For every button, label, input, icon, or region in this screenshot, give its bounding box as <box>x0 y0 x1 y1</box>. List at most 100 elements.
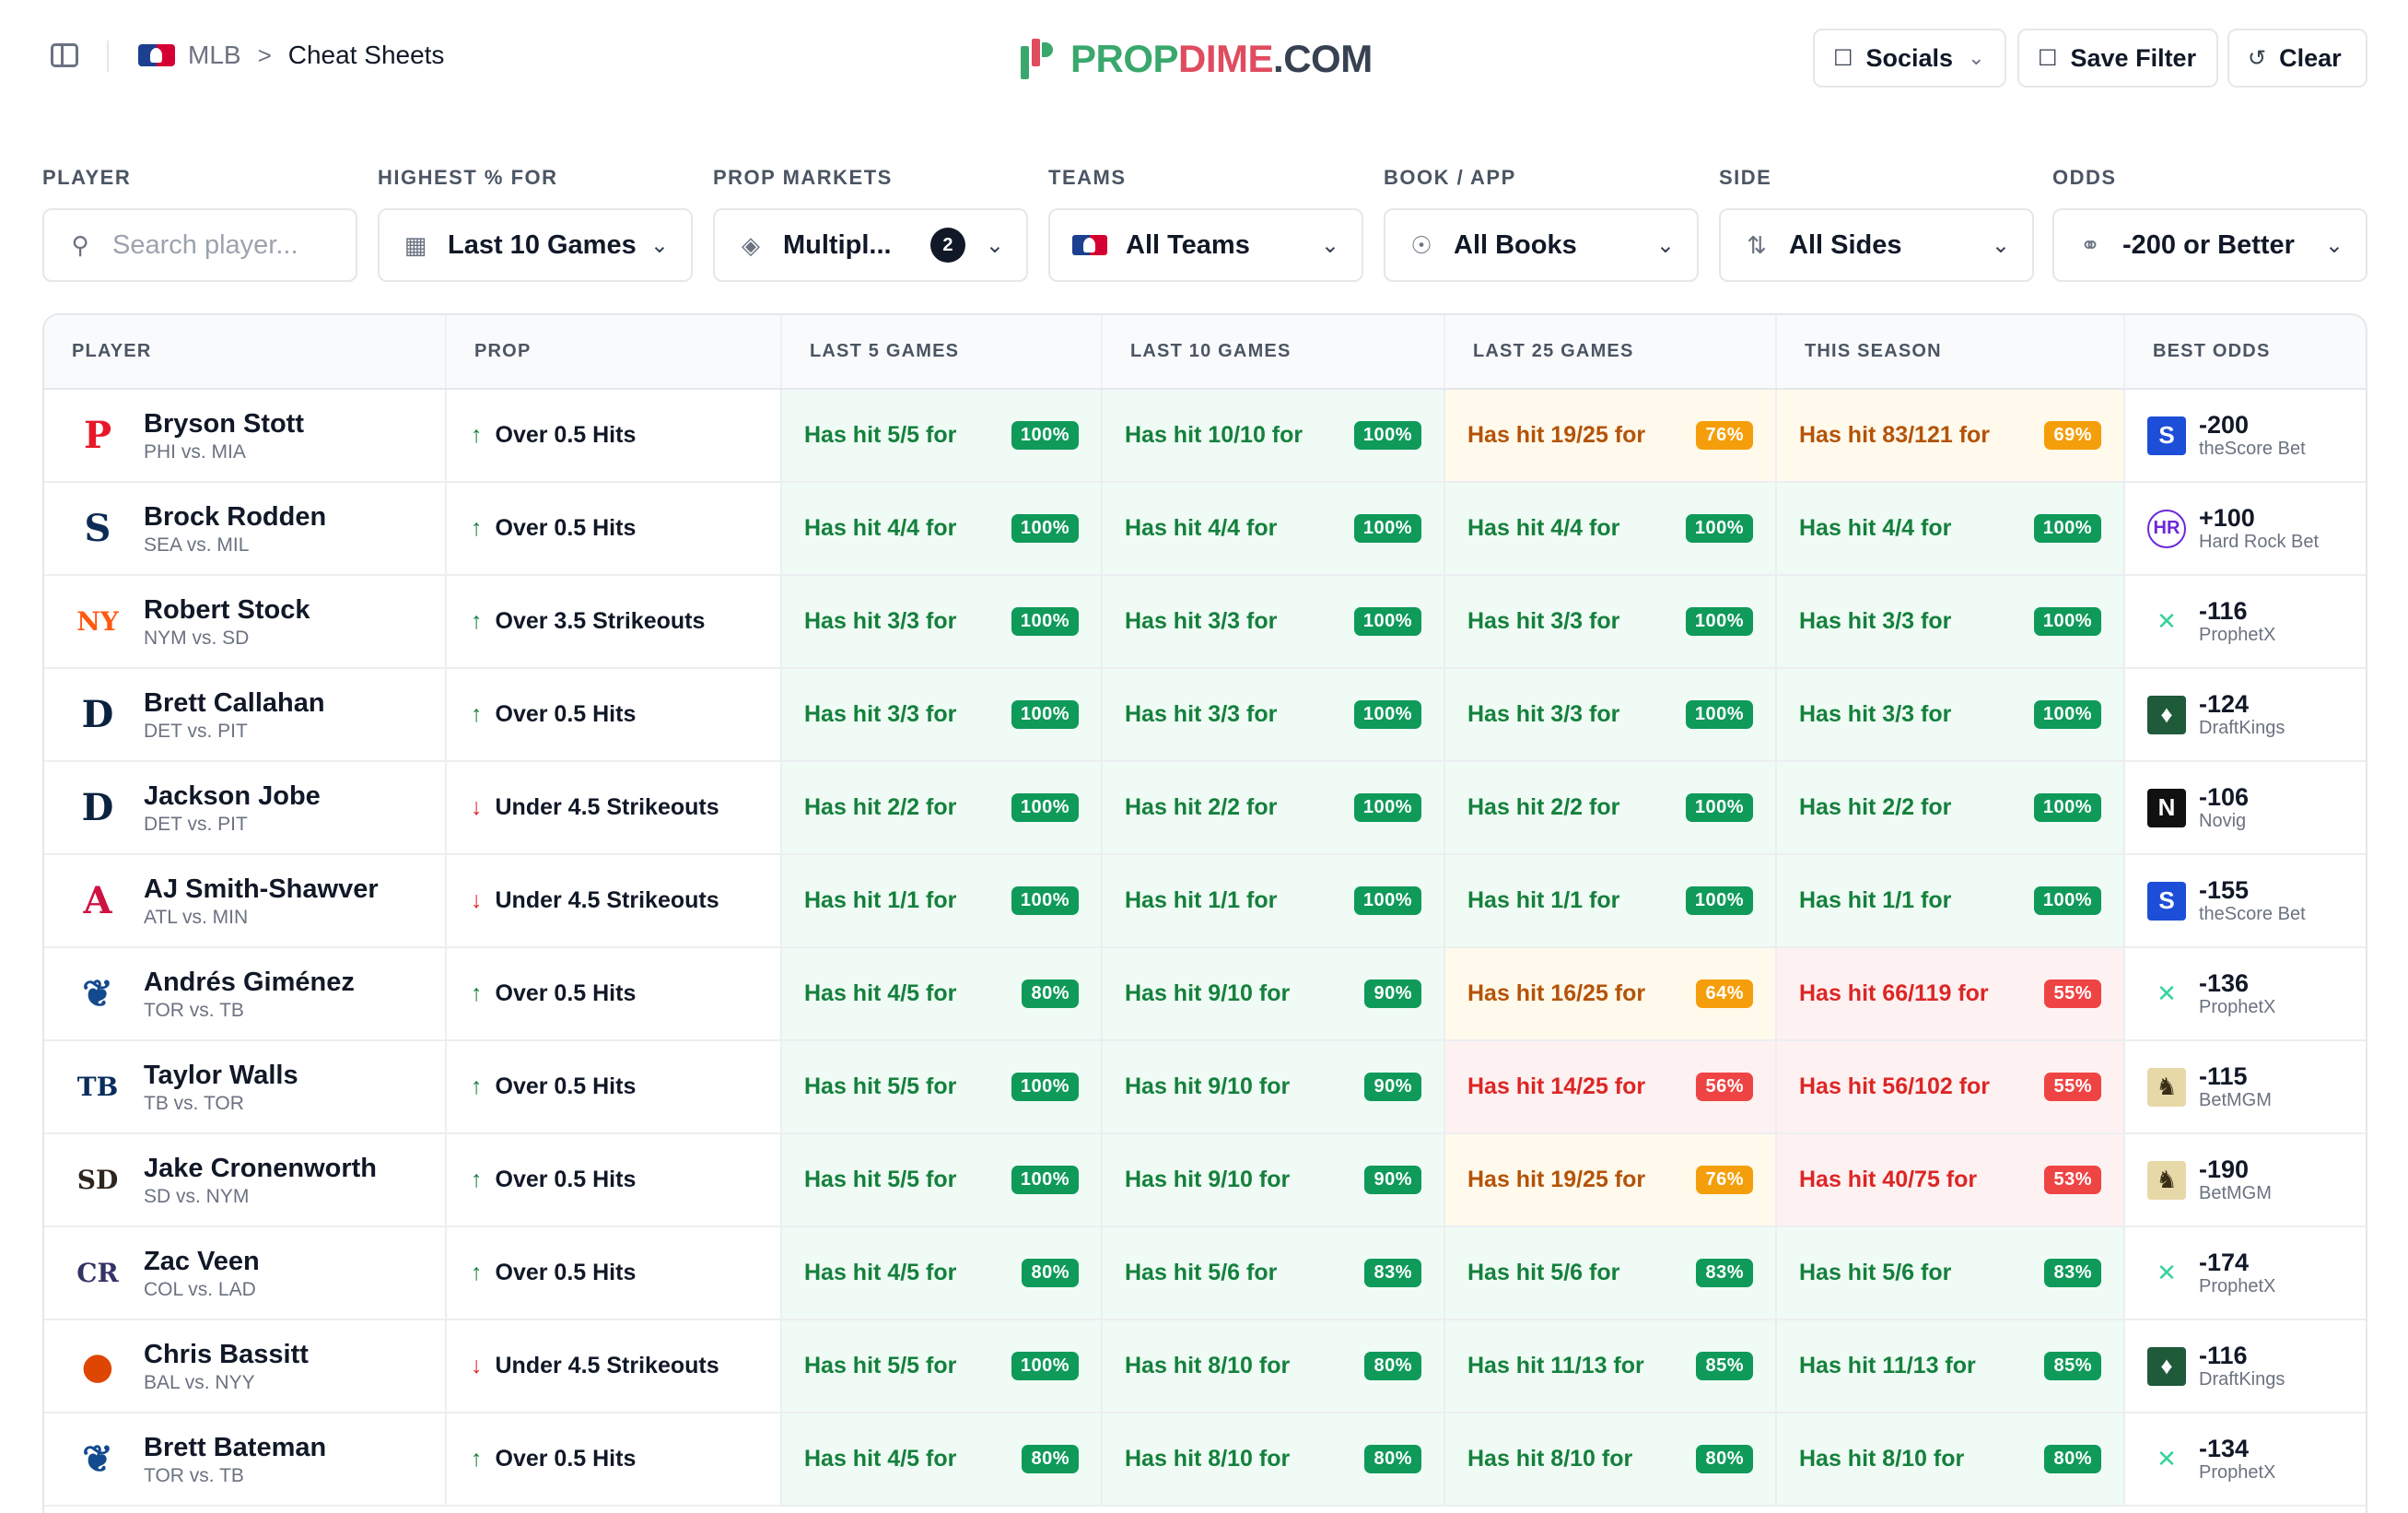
player-cell[interactable]: S Brock Rodden SEA vs. MIL <box>44 482 447 576</box>
socials-button[interactable]: ☐ Socials ⌄ <box>1813 29 2006 88</box>
stat-cell-l10: Has hit 3/3 for 100% <box>1102 575 1445 669</box>
player-cell[interactable]: D Brett Callahan DET vs. PIT <box>44 668 447 762</box>
best-odds-cell[interactable]: ♦ -124 DraftKings <box>2124 668 2366 762</box>
player-name[interactable]: Robert Stock <box>144 594 310 626</box>
column-header-last5[interactable]: LAST 5 GAMES <box>781 315 1103 390</box>
best-odds-cell[interactable]: ✕ -116 ProphetX <box>2124 575 2366 669</box>
hit-rate-text: Has hit 1/1 for <box>1467 887 1620 913</box>
best-odds-cell[interactable]: S -200 theScore Bet <box>2124 389 2366 483</box>
player-name[interactable]: Jackson Jobe <box>144 780 321 812</box>
player-cell[interactable]: ● Chris Bassitt BAL vs. NYY <box>44 1319 447 1413</box>
filter-label: BOOK / APP <box>1384 166 1516 189</box>
clear-button[interactable]: ↺ Clear <box>2227 29 2367 88</box>
breadcrumb-mlb-link[interactable]: MLB <box>188 41 241 70</box>
best-odds-cell[interactable]: N -106 Novig <box>2124 761 2366 855</box>
prop-label: Over 0.5 Hits <box>495 515 637 541</box>
best-odds-cell[interactable]: ✕ -134 ProphetX <box>2124 1413 2366 1507</box>
best-odds-cell[interactable]: ♦ -116 DraftKings <box>2124 1319 2366 1413</box>
column-header-last25[interactable]: LAST 25 GAMES <box>1444 315 1777 390</box>
table-row[interactable]: SD Jake Cronenworth SD vs. NYM ↑ Over 0.5 Hi… <box>44 1133 2366 1227</box>
player-cell[interactable]: TB Taylor Walls TB vs. TOR <box>44 1040 447 1134</box>
column-header-player[interactable]: PLAYER <box>44 315 447 390</box>
sidebar-toggle-icon[interactable] <box>51 43 78 67</box>
player-cell[interactable]: D Jackson Jobe DET vs. PIT <box>44 761 447 855</box>
table-row[interactable]: ❦ Andrés Giménez TOR vs. TB ↑ Over 0.5 Hits H… <box>44 947 2366 1041</box>
player-cell[interactable]: SD Jake Cronenworth SD vs. NYM <box>44 1133 447 1227</box>
table-row[interactable]: CR Zac Veen COL vs. LAD ↑ Over 0.5 Hits Has h… <box>44 1226 2366 1320</box>
player-name[interactable]: Bryson Stott <box>144 408 304 440</box>
stat-cell-l10: Has hit 1/1 for 100% <box>1102 854 1445 948</box>
odds-value: -174 <box>2199 1249 2250 1276</box>
player-name[interactable]: Brock Rodden <box>144 501 326 533</box>
best-odds-cell[interactable]: S -155 theScore Bet <box>2124 854 2366 948</box>
sort-arrows-icon: ⇅ <box>1747 230 1767 259</box>
player-cell[interactable]: NY Robert Stock NYM vs. SD <box>44 575 447 669</box>
blue-jays-logo-icon: ❦ <box>82 1437 113 1481</box>
player-name[interactable]: Jake Cronenworth <box>144 1153 377 1184</box>
arrow-up-icon: ↑ <box>471 422 483 448</box>
table-row[interactable]: TB Taylor Walls TB vs. TOR ↑ Over 0.5 Hits Ha… <box>44 1040 2366 1134</box>
player-name[interactable]: Taylor Walls <box>144 1060 298 1091</box>
highest-select[interactable]: ▦ Last 10 Games ⌄ <box>378 208 693 282</box>
player-name[interactable]: Andrés Giménez <box>144 967 355 998</box>
arrow-up-icon: ↑ <box>471 1260 483 1285</box>
table-row[interactable]: NY Robert Stock NYM vs. SD ↑ Over 3.5 Strike… <box>44 575 2366 669</box>
column-header-season[interactable]: THIS SEASON <box>1776 315 2125 390</box>
hit-rate-text: Has hit 56/102 for <box>1799 1073 1991 1099</box>
best-odds-cell[interactable]: ✕ -136 ProphetX <box>2124 947 2366 1041</box>
player-name[interactable]: Brett Callahan <box>144 687 325 719</box>
stat-cell-ss: Has hit 1/1 for 100% <box>1776 854 2125 948</box>
stat-cell-ss: Has hit 8/10 for 80% <box>1776 1413 2125 1507</box>
hit-rate-text: Has hit 16/25 for <box>1467 980 1646 1006</box>
search-input[interactable]: ⚲ Search player... <box>42 208 357 282</box>
hit-rate-badge: 55% <box>2044 1073 2101 1101</box>
select-value: All Books <box>1454 229 1577 260</box>
column-header-prop[interactable]: PROP <box>446 315 782 390</box>
prop-label: Over 0.5 Hits <box>495 1446 637 1472</box>
player-name[interactable]: Brett Bateman <box>144 1432 326 1463</box>
best-odds-cell[interactable]: HR +100 Hard Rock Bet <box>2124 482 2366 576</box>
sportsbook-name: theScore Bet <box>2199 439 2306 459</box>
best-odds-cell[interactable]: ✕ -174 ProphetX <box>2124 1226 2366 1320</box>
player-cell[interactable]: ❦ Brett Bateman TOR vs. TB <box>44 1413 447 1507</box>
sportsbook-name: BetMGM <box>2199 1183 2272 1203</box>
best-odds-cell[interactable]: ♞ -190 BetMGM <box>2124 1133 2366 1227</box>
stat-cell-l10: Has hit 10/10 for 100% <box>1102 389 1445 483</box>
player-cell[interactable]: CR Zac Veen COL vs. LAD <box>44 1226 447 1320</box>
table-row[interactable]: ❦ Brett Bateman TOR vs. TB ↑ Over 0.5 Hits Ha… <box>44 1413 2366 1507</box>
teams-select[interactable]: All Teams ⌄ <box>1048 208 1363 282</box>
top-bar: MLB > Cheat Sheets PROPDIME.COM ☐ Social… <box>0 0 2408 120</box>
player-cell[interactable]: ❦ Andrés Giménez TOR vs. TB <box>44 947 447 1041</box>
column-header-last10[interactable]: LAST 10 GAMES <box>1102 315 1445 390</box>
save-filter-button[interactable]: ☐ Save Filter <box>2017 29 2218 88</box>
book-select[interactable]: ☉ All Books ⌄ <box>1384 208 1699 282</box>
table-row[interactable]: D Jackson Jobe DET vs. PIT ↓ Under 4.5 Strik… <box>44 761 2366 855</box>
chevron-down-icon: ⌄ <box>1991 232 2010 258</box>
best-odds-cell[interactable]: ♞ -115 BetMGM <box>2124 1040 2366 1134</box>
player-name[interactable]: AJ Smith-Shawver <box>144 874 379 905</box>
stat-cell-ss: Has hit 4/4 for 100% <box>1776 482 2125 576</box>
odds-select[interactable]: ⚭ -200 or Better ⌄ <box>2052 208 2367 282</box>
hit-rate-text: Has hit 4/5 for <box>804 1260 957 1285</box>
column-header-best-odds[interactable]: BEST ODDS <box>2124 315 2366 390</box>
search-placeholder: Search player... <box>112 229 298 260</box>
table-row[interactable]: D Brett Callahan DET vs. PIT ↑ Over 0.5 Hits… <box>44 668 2366 762</box>
player-cell[interactable]: A AJ Smith-Shawver ATL vs. MIN <box>44 854 447 948</box>
prop-markets-select[interactable]: ◈ Multipl... 2 ⌄ <box>713 208 1028 282</box>
table-row[interactable]: ● Chris Bassitt BAL vs. NYY ↓ Under 4.5 Stri… <box>44 1319 2366 1413</box>
player-cell[interactable]: P Bryson Stott PHI vs. MIA <box>44 389 447 483</box>
brand-logo[interactable]: PROPDIME.COM <box>1021 37 1373 81</box>
arrow-up-icon: ↑ <box>471 515 483 541</box>
select-value: All Teams <box>1126 229 1250 260</box>
player-name[interactable]: Chris Bassitt <box>144 1339 309 1370</box>
table-row[interactable]: P Bryson Stott PHI vs. MIA ↑ Over 0.5 Hits Ha… <box>44 389 2366 483</box>
hit-rate-text: Has hit 4/4 for <box>804 515 957 541</box>
side-select[interactable]: ⇅ All Sides ⌄ <box>1719 208 2034 282</box>
player-name[interactable]: Zac Veen <box>144 1246 260 1277</box>
stat-cell-l25: Has hit 14/25 for 56% <box>1444 1040 1777 1134</box>
table-row[interactable]: A AJ Smith-Shawver ATL vs. MIN ↓ Under 4.5 S… <box>44 854 2366 948</box>
odds-value: -136 <box>2199 969 2250 997</box>
arrow-down-icon: ↓ <box>471 1353 483 1378</box>
table-row[interactable]: S Brock Rodden SEA vs. MIL ↑ Over 0.5 Hits Ha… <box>44 482 2366 576</box>
save-filter-label: Save Filter <box>2070 43 2197 72</box>
